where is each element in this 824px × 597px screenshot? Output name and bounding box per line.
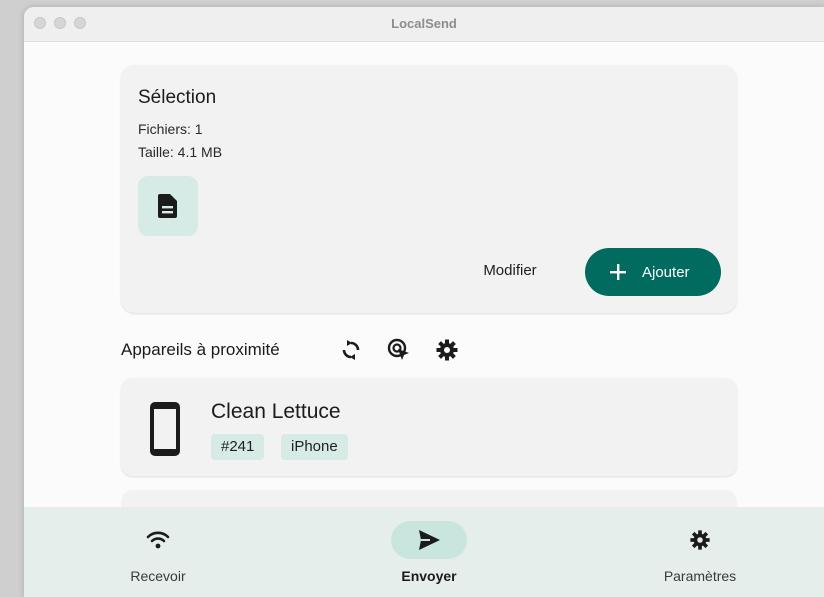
wifi-icon [146, 531, 170, 549]
smartphone-icon [143, 400, 187, 458]
device-type-tag: iPhone [281, 434, 348, 460]
nav-settings-label: Paramètres [663, 568, 737, 584]
bottom-navigation: Recevoir Envoyer Paramètres [24, 507, 824, 597]
nav-send[interactable]: Envoyer [329, 507, 529, 597]
device-name: Clean Lettuce [211, 400, 341, 423]
selected-file-tile[interactable] [138, 176, 198, 236]
device-id-tag: #241 [211, 434, 265, 460]
total-size: Taille: 4.1 MB [138, 144, 223, 160]
nearby-devices-title: Appareils à proximité [121, 340, 280, 359]
device-card[interactable]: Clean Lettuce #241 iPhone [121, 378, 737, 476]
app-window: LocalSend Sélection Fichiers: 1 Taille: … [24, 7, 824, 597]
send-icon [419, 530, 440, 550]
nav-receive-icon-wrap [120, 521, 196, 559]
gear-icon[interactable] [435, 338, 459, 362]
nav-receive[interactable]: Recevoir [58, 507, 258, 597]
gear-icon [690, 530, 710, 550]
nav-settings-icon-wrap [662, 521, 738, 559]
file-count: Fichiers: 1 [138, 121, 203, 137]
window-title: LocalSend [391, 16, 457, 31]
plus-icon [607, 261, 629, 283]
selection-title: Sélection [138, 87, 217, 108]
add-button[interactable]: Ajouter [585, 248, 721, 296]
title-bar: LocalSend [24, 7, 824, 42]
target-cursor-icon[interactable] [387, 338, 411, 362]
add-button-label: Ajouter [642, 263, 690, 281]
nav-send-icon-wrap [391, 521, 467, 559]
nav-send-label: Envoyer [401, 568, 457, 584]
document-icon [158, 194, 177, 218]
refresh-icon[interactable] [339, 338, 363, 362]
modify-button[interactable]: Modifier [464, 250, 556, 292]
nav-receive-label: Recevoir [130, 568, 186, 584]
selection-card: Sélection Fichiers: 1 Taille: 4.1 MB Mod… [121, 65, 737, 313]
nav-settings[interactable]: Paramètres [600, 507, 800, 597]
